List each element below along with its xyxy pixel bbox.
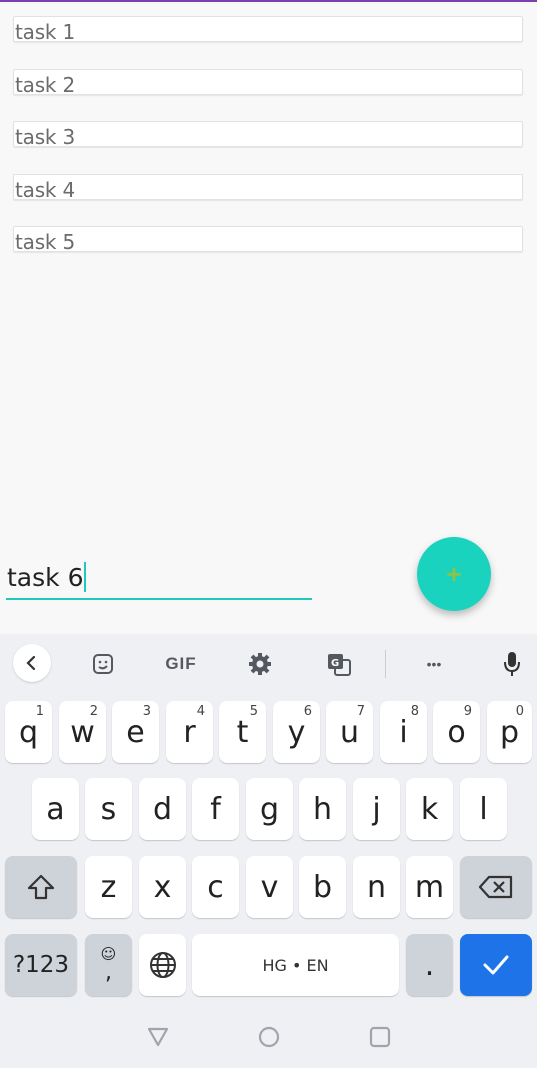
key-g[interactable]: g	[246, 778, 293, 840]
globe-key[interactable]	[139, 934, 186, 996]
key-s[interactable]: s	[85, 778, 132, 840]
globe-icon	[149, 952, 176, 978]
gif-button[interactable]: GIF	[162, 648, 200, 680]
task-label: task 5	[15, 230, 75, 254]
more-options-icon[interactable]: •••	[418, 648, 450, 680]
on-screen-keyboard: GIF G ••• q1 w2 e3 r4 t5 y6 u7 i8 o9 p0 …	[0, 634, 537, 1068]
input-underline	[6, 598, 312, 600]
backspace-icon	[478, 875, 513, 899]
task-item[interactable]: task 5	[13, 226, 523, 254]
key-w[interactable]: w2	[59, 701, 106, 763]
task-label: task 3	[15, 125, 75, 149]
key-v[interactable]: v	[246, 856, 293, 918]
task-label: task 1	[15, 20, 75, 44]
key-h[interactable]: h	[299, 778, 346, 840]
checkmark-icon	[483, 955, 509, 975]
plus-icon: +	[446, 559, 462, 589]
period-key[interactable]: .	[406, 934, 453, 996]
shift-key[interactable]	[5, 856, 77, 918]
svg-text:G: G	[331, 658, 339, 669]
shift-arrow-icon	[27, 874, 55, 900]
key-m[interactable]: m	[406, 856, 453, 918]
task-item[interactable]: task 3	[13, 121, 523, 149]
key-b[interactable]: b	[299, 856, 346, 918]
emoji-comma-key[interactable]: ☺ ,	[85, 934, 132, 996]
recents-square-icon[interactable]	[369, 1026, 391, 1048]
symbols-key[interactable]: ?123	[5, 934, 77, 996]
new-task-input-value: task 6	[7, 563, 84, 592]
sticker-icon[interactable]	[88, 648, 118, 680]
key-k[interactable]: k	[406, 778, 453, 840]
key-a[interactable]: a	[32, 778, 79, 840]
microphone-icon[interactable]	[498, 648, 526, 680]
key-x[interactable]: x	[139, 856, 186, 918]
done-key[interactable]	[460, 934, 532, 996]
text-caret	[84, 562, 87, 592]
key-i[interactable]: i8	[380, 701, 427, 763]
chevron-left-icon[interactable]	[13, 644, 51, 682]
toolbar-divider	[385, 650, 386, 678]
key-e[interactable]: e3	[112, 701, 159, 763]
key-t[interactable]: t5	[219, 701, 266, 763]
system-navigation-bar	[0, 1008, 537, 1068]
task-label: task 2	[15, 73, 75, 97]
gear-icon[interactable]	[244, 648, 276, 680]
keyboard-toolbar: GIF G •••	[0, 634, 537, 696]
backspace-key[interactable]	[460, 856, 532, 918]
status-accent-line	[0, 0, 537, 2]
key-u[interactable]: u7	[326, 701, 373, 763]
key-o[interactable]: o9	[433, 701, 480, 763]
key-n[interactable]: n	[353, 856, 400, 918]
key-y[interactable]: y6	[273, 701, 320, 763]
key-j[interactable]: j	[353, 778, 400, 840]
key-z[interactable]: z	[85, 856, 132, 918]
task-item[interactable]: task 4	[13, 174, 523, 202]
back-triangle-icon[interactable]	[146, 1026, 170, 1048]
task-item[interactable]: task 1	[13, 16, 523, 44]
task-label: task 4	[15, 178, 75, 202]
key-r[interactable]: r4	[166, 701, 213, 763]
key-q[interactable]: q1	[5, 701, 52, 763]
add-task-button[interactable]: +	[417, 537, 491, 611]
space-key[interactable]: HG • EN	[192, 934, 399, 996]
key-p[interactable]: p0	[487, 701, 532, 763]
new-task-input[interactable]: task 6	[6, 556, 312, 600]
translate-icon[interactable]: G	[323, 648, 355, 680]
key-d[interactable]: d	[139, 778, 186, 840]
home-circle-icon[interactable]	[258, 1026, 280, 1048]
key-f[interactable]: f	[192, 778, 239, 840]
task-item[interactable]: task 2	[13, 69, 523, 97]
key-c[interactable]: c	[192, 856, 239, 918]
key-l[interactable]: l	[460, 778, 507, 840]
